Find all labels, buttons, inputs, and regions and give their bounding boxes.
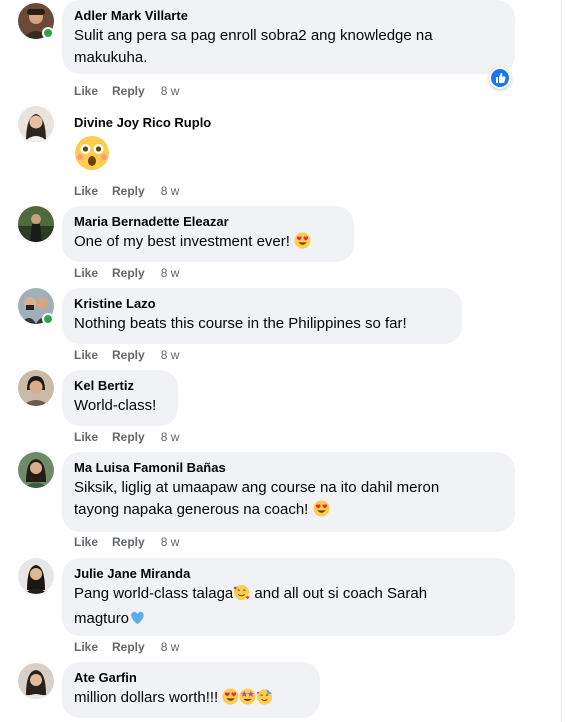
online-status-dot — [42, 27, 54, 39]
comment-text: One of my best investment ever! — [74, 231, 342, 256]
reply-button[interactable]: Reply — [112, 347, 145, 363]
comment-actions: Like Reply 8 w — [74, 429, 179, 445]
reply-button[interactable]: Reply — [112, 183, 145, 199]
comment-text: World-class! — [74, 397, 157, 414]
comment-text: Pang world-class talaga and all out si c… — [74, 583, 503, 633]
avatar[interactable] — [18, 206, 54, 242]
astonished-face-emoji — [74, 135, 220, 176]
comment-bubble: Adler Mark Villarte Sulit ang pera sa pa… — [62, 0, 515, 74]
comment-text: Siksik, liglig at umaapaw ang course na … — [74, 477, 503, 524]
comment-author[interactable]: Kristine Lazo — [74, 296, 450, 312]
comment-bubble: Kristine Lazo Nothing beats this course … — [62, 288, 462, 344]
comment-bubble: Ate Garfin million dollars worth!!! — [62, 662, 320, 718]
comment-author[interactable]: Ate Garfin — [74, 670, 308, 686]
blue-heart-emoji — [129, 609, 146, 633]
comment-author[interactable]: Adler Mark Villarte — [74, 8, 503, 24]
comment-actions: Like Reply 8 w — [74, 265, 179, 281]
comment-text: Nothing beats this course in the Philipp… — [74, 315, 407, 332]
comment-text: Sulit ang pera sa pag enroll sobra2 ang … — [74, 27, 433, 66]
comment-author[interactable]: Divine Joy Rico Ruplo — [74, 115, 220, 131]
reply-button[interactable]: Reply — [112, 83, 145, 99]
avatar[interactable] — [18, 452, 54, 488]
comment-timestamp[interactable]: 8 w — [161, 429, 180, 445]
avatar[interactable] — [18, 370, 54, 406]
right-border — [561, 0, 562, 722]
reply-button[interactable]: Reply — [112, 534, 145, 550]
comment-bubble: Kel Bertiz World-class! — [62, 370, 178, 426]
comment-author[interactable]: Ma Luisa Famonil Bañas — [74, 460, 503, 476]
smiling-face-with-hearts-emoji — [233, 584, 250, 608]
comment-author[interactable]: Kel Bertiz — [74, 378, 166, 394]
reply-button[interactable]: Reply — [112, 429, 145, 445]
comment-bubble: Maria Bernadette Eleazar One of my best … — [62, 206, 354, 262]
comment-actions: Like Reply 8 w — [74, 83, 179, 99]
like-button[interactable]: Like — [74, 347, 98, 363]
like-reaction-icon[interactable] — [489, 67, 511, 89]
star-struck-emoji — [239, 688, 256, 712]
comment-actions: Like Reply 8 w — [74, 639, 179, 655]
like-button[interactable]: Like — [74, 265, 98, 281]
like-button[interactable]: Like — [74, 429, 98, 445]
comment-author[interactable]: Maria Bernadette Eleazar — [74, 214, 342, 230]
reply-button[interactable]: Reply — [112, 265, 145, 281]
like-button[interactable]: Like — [74, 534, 98, 550]
like-button[interactable]: Like — [74, 639, 98, 655]
comment-actions: Like Reply 8 w — [74, 534, 179, 550]
heart-eyes-emoji — [294, 232, 311, 256]
comment-bubble: Divine Joy Rico Ruplo — [62, 108, 232, 174]
comment-text: million dollars worth!!! — [74, 687, 308, 712]
partying-face-emoji — [256, 688, 273, 712]
comment-bubble: Julie Jane Miranda Pang world-class tala… — [62, 558, 515, 636]
avatar[interactable] — [18, 106, 54, 142]
comment-timestamp[interactable]: 8 w — [161, 265, 180, 281]
comment-timestamp[interactable]: 8 w — [161, 183, 180, 199]
comment-actions: Like Reply 8 w — [74, 347, 179, 363]
comment-bubble: Ma Luisa Famonil Bañas Siksik, liglig at… — [62, 452, 515, 532]
avatar[interactable] — [18, 663, 54, 699]
online-status-dot — [42, 313, 54, 325]
comment-timestamp[interactable]: 8 w — [161, 347, 180, 363]
like-button[interactable]: Like — [74, 183, 98, 199]
heart-eyes-emoji — [313, 500, 330, 524]
comment-author[interactable]: Julie Jane Miranda — [74, 566, 503, 582]
avatar[interactable] — [18, 558, 54, 594]
comment-actions: Like Reply 8 w — [74, 183, 179, 199]
heart-eyes-emoji — [222, 688, 239, 712]
comment-timestamp[interactable]: 8 w — [161, 83, 180, 99]
comment-timestamp[interactable]: 8 w — [161, 639, 180, 655]
comment-timestamp[interactable]: 8 w — [161, 534, 180, 550]
reply-button[interactable]: Reply — [112, 639, 145, 655]
like-button[interactable]: Like — [74, 83, 98, 99]
